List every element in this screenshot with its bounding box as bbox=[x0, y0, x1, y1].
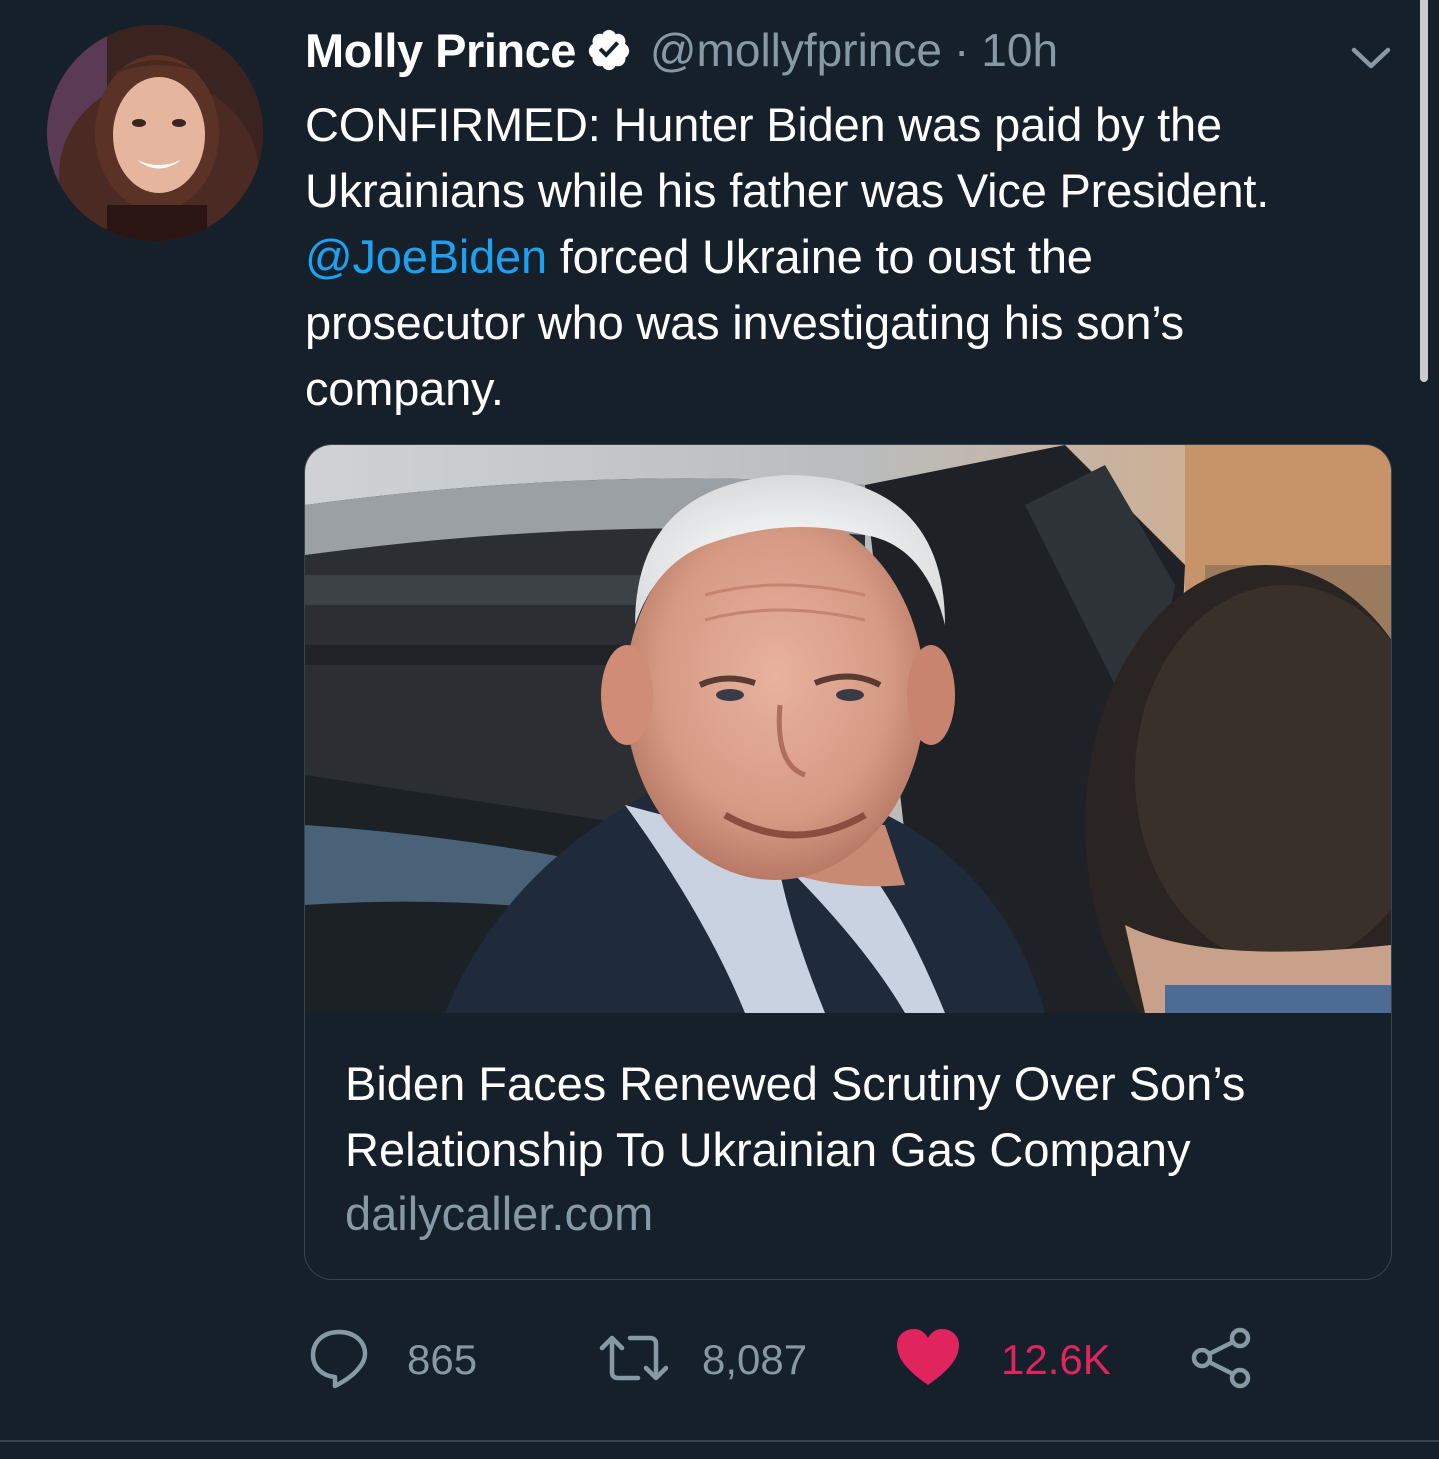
reply-button[interactable]: 865 bbox=[307, 1320, 477, 1400]
tweet-header: Molly Prince @mollyfprince · 10h bbox=[305, 20, 1058, 80]
tweet-text-line: Ukrainians while his father was Vice Pre… bbox=[305, 164, 1270, 217]
link-preview-card[interactable]: Biden Faces Renewed Scrutiny Over Son’s … bbox=[304, 444, 1392, 1280]
share-button[interactable] bbox=[1190, 1320, 1254, 1400]
retweet-count: 8,087 bbox=[702, 1336, 808, 1383]
retweet-icon bbox=[596, 1326, 672, 1395]
chevron-down-icon[interactable] bbox=[1348, 40, 1394, 74]
tweet-actions: 865 8,087 12.6K bbox=[0, 1320, 1439, 1400]
mention-link[interactable]: @JoeBiden bbox=[305, 230, 547, 283]
reply-icon bbox=[307, 1326, 371, 1395]
tweet[interactable]: Molly Prince @mollyfprince · 10h CONFIRM… bbox=[0, 0, 1439, 1442]
tweet-text-line: company. bbox=[305, 362, 504, 415]
avatar[interactable] bbox=[47, 25, 263, 241]
verified-badge-icon bbox=[586, 27, 632, 73]
tweet-text-line: CONFIRMED: Hunter Biden was paid by the bbox=[305, 98, 1222, 151]
card-domain[interactable]: dailycaller.com bbox=[345, 1186, 653, 1241]
retweet-button[interactable]: 8,087 bbox=[596, 1320, 807, 1400]
separator-dot: · bbox=[953, 24, 970, 76]
card-title-line: Relationship To Ukrainian Gas Company bbox=[345, 1123, 1191, 1176]
reply-count: 865 bbox=[407, 1336, 478, 1383]
heart-icon bbox=[895, 1327, 961, 1394]
like-count: 12.6K bbox=[1001, 1336, 1111, 1383]
author-handle[interactable]: @mollyfprince bbox=[650, 23, 942, 77]
tweet-text-segment: forced Ukraine to oust the bbox=[546, 230, 1093, 283]
like-button[interactable]: 12.6K bbox=[895, 1320, 1111, 1400]
avatar-photo bbox=[47, 25, 263, 241]
tweet-divider bbox=[0, 1440, 1439, 1442]
tweet-text: CONFIRMED: Hunter Biden was paid by the … bbox=[305, 92, 1395, 422]
share-icon bbox=[1190, 1326, 1254, 1395]
tweet-timestamp[interactable]: 10h bbox=[981, 23, 1058, 77]
card-title[interactable]: Biden Faces Renewed Scrutiny Over Son’s … bbox=[345, 1051, 1355, 1183]
tweet-text-line: @JoeBiden forced Ukraine to oust the bbox=[305, 224, 1395, 290]
card-title-line: Biden Faces Renewed Scrutiny Over Son’s bbox=[345, 1057, 1246, 1110]
card-image[interactable] bbox=[305, 445, 1391, 1013]
author-name[interactable]: Molly Prince bbox=[305, 23, 576, 78]
tweet-text-line: prosecutor who was investigating his son… bbox=[305, 296, 1184, 349]
scrollbar[interactable] bbox=[1420, 0, 1428, 382]
